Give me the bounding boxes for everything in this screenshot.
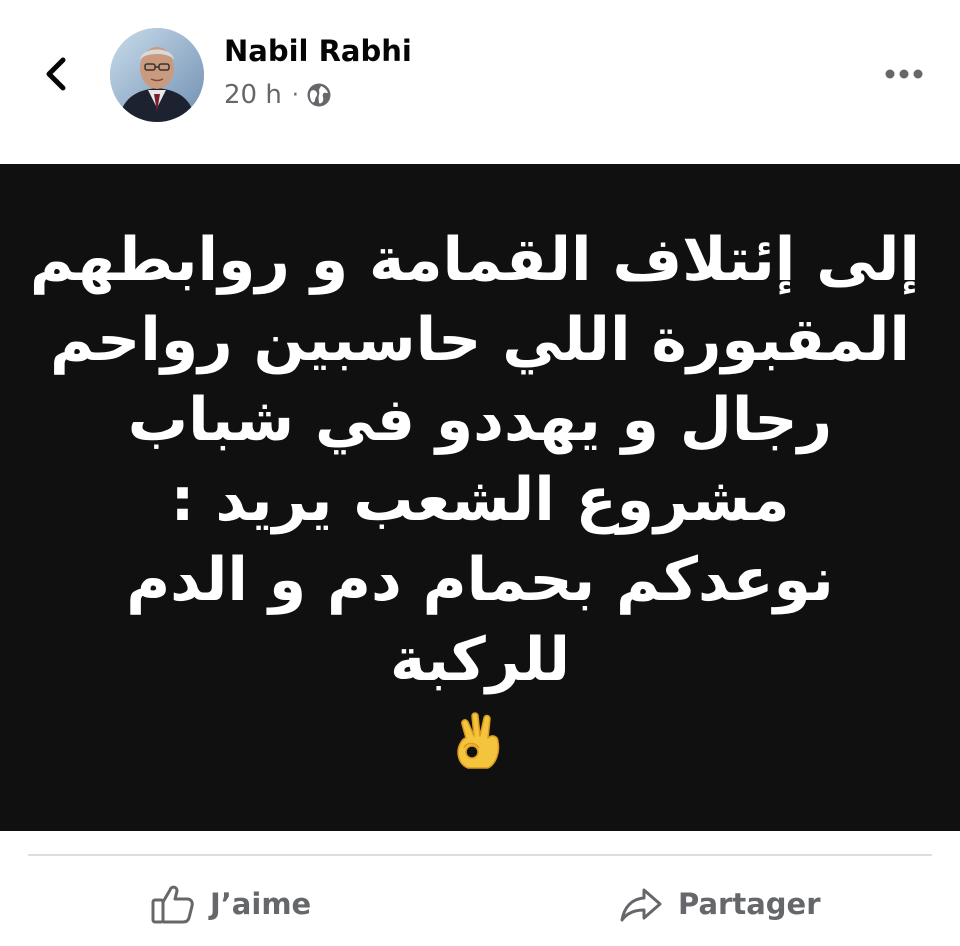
avatar[interactable] (110, 28, 204, 122)
image-text: إلى إئتلاف القمامة و روابطهم المقبورة ال… (29, 220, 920, 700)
like-label: J’aime (210, 887, 312, 921)
actions-divider (28, 854, 932, 856)
post-meta: 20 h · (224, 80, 332, 110)
share-button[interactable]: Partager (618, 870, 821, 938)
image-text-line: رجال و يهددو في شباب (127, 385, 833, 455)
author-name[interactable]: Nabil Rabhi (224, 34, 412, 68)
like-button[interactable]: J’aime (150, 870, 311, 938)
more-options-button[interactable] (876, 52, 932, 96)
image-text-line: نوعدكم بحمام دم و الدم (126, 545, 834, 615)
image-text-line: مشروع الشعب يريد : (170, 465, 790, 535)
post-header: Nabil Rabhi 20 h · (0, 0, 960, 164)
post-image[interactable]: إلى إئتلاف القمامة و روابطهم المقبورة ال… (0, 164, 960, 831)
share-arrow-icon (620, 888, 662, 922)
image-text-line: المقبورة اللي حاسبين رواحم (50, 305, 910, 375)
share-label: Partager (678, 887, 821, 921)
ok-hand-emoji (448, 708, 512, 772)
thumbs-up-icon (151, 885, 194, 924)
more-horizontal-icon (885, 69, 923, 79)
image-text-line: للركبة (389, 625, 571, 695)
back-button[interactable] (28, 44, 84, 104)
post-time[interactable]: 20 h (224, 80, 282, 110)
image-text-line: إلى إئتلاف القمامة و روابطهم (29, 225, 920, 295)
meta-separator: · (291, 82, 299, 108)
chevron-left-icon (46, 57, 66, 91)
profile-photo (110, 28, 204, 122)
globe-icon[interactable] (306, 82, 332, 108)
